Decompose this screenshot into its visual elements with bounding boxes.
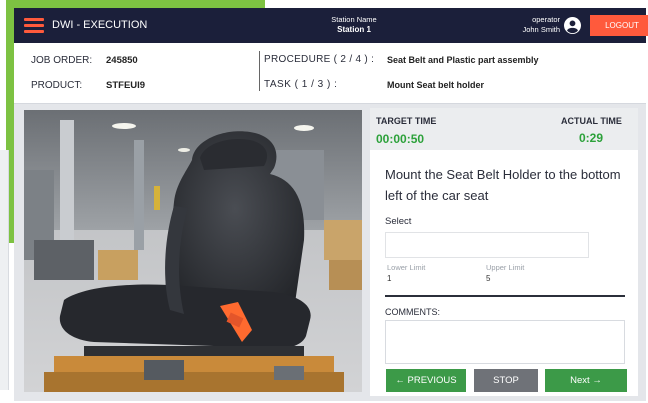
actual-time-value: 0:29 xyxy=(579,131,604,145)
top-bar: DWI - EXECUTION Station Name Station 1 o… xyxy=(14,8,648,43)
task-panel: TARGET TIME 00:00:50 ACTUAL TIME 0:29 Mo… xyxy=(370,108,638,396)
job-order-value: 245850 xyxy=(106,55,138,66)
procedure-label: PROCEDURE ( 2 / 4 ) : xyxy=(264,54,375,65)
car-seat-photo xyxy=(24,110,362,392)
job-order-label: JOB ORDER: xyxy=(31,55,93,66)
product-label: PRODUCT: xyxy=(31,80,83,91)
comments-input[interactable] xyxy=(385,320,625,364)
hamburger-menu-icon[interactable] xyxy=(24,18,44,33)
user-avatar-icon[interactable] xyxy=(564,17,581,34)
step-instruction: Mount the Seat Belt Holder to the bottom… xyxy=(385,167,621,203)
task-value: Mount Seat belt holder xyxy=(387,80,485,90)
actual-time-label: ACTUAL TIME xyxy=(561,116,622,126)
comments-label: COMMENTS: xyxy=(385,307,440,317)
info-divider xyxy=(259,51,260,91)
select-label: Select xyxy=(385,216,412,227)
target-time-label: TARGET TIME xyxy=(376,116,437,126)
station-label: Station Name xyxy=(331,15,377,24)
operator-label: operator xyxy=(532,15,560,24)
upper-limit-value: 5 xyxy=(486,274,491,283)
stop-button[interactable]: STOP xyxy=(474,369,538,392)
operator-name: John Smith xyxy=(522,25,560,34)
task-label: TASK ( 1 / 3 ) : xyxy=(264,79,338,90)
time-bar: TARGET TIME 00:00:50 ACTUAL TIME 0:29 xyxy=(370,108,638,150)
next-button[interactable]: Next → xyxy=(545,369,627,392)
background-window-edge xyxy=(0,150,9,390)
product-value: STFEUI9 xyxy=(106,80,146,91)
job-info-panel: JOB ORDER: 245850 PRODUCT: STFEUI9 PROCE… xyxy=(14,43,646,104)
app-title: DWI - EXECUTION xyxy=(52,19,148,31)
target-time-value: 00:00:50 xyxy=(376,132,425,146)
section-divider xyxy=(385,295,625,297)
previous-button[interactable]: ← PREVIOUS xyxy=(386,369,466,392)
station-info: Station Name Station 1 xyxy=(294,15,414,35)
logout-button[interactable]: LOGOUT xyxy=(590,15,648,36)
operator-info: operator John Smith xyxy=(480,15,560,35)
lower-limit-value: 1 xyxy=(387,274,392,283)
upper-limit-label: Upper Limit xyxy=(486,263,525,272)
station-value: Station 1 xyxy=(337,25,371,34)
select-field[interactable] xyxy=(385,232,589,258)
lower-limit-label: Lower Limit xyxy=(387,263,426,272)
procedure-value: Seat Belt and Plastic part assembly xyxy=(387,55,539,65)
